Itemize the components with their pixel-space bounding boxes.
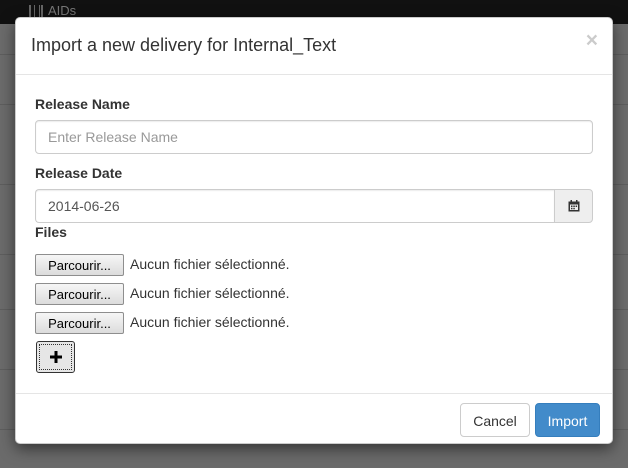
calendar-icon bbox=[568, 200, 580, 212]
add-file-button[interactable] bbox=[36, 341, 75, 373]
date-picker-button[interactable] bbox=[554, 189, 593, 223]
release-date-input[interactable] bbox=[35, 189, 554, 223]
release-date-group bbox=[35, 189, 593, 223]
modal-title: Import a new delivery for Internal_Text bbox=[31, 35, 337, 55]
file-status: Aucun fichier sélectionné. bbox=[130, 256, 290, 272]
app-title: AIDs bbox=[48, 3, 77, 18]
release-name-label: Release Name bbox=[35, 96, 130, 112]
import-button[interactable]: Import bbox=[535, 403, 600, 437]
modal-body: Release Name Release Date Files bbox=[16, 75, 612, 395]
release-date-label: Release Date bbox=[35, 165, 123, 181]
import-delivery-modal: Import a new delivery for Internal_Text … bbox=[15, 17, 613, 444]
modal-footer: Cancel Import bbox=[16, 393, 612, 443]
files-label: Files bbox=[35, 224, 67, 240]
close-icon[interactable]: × bbox=[586, 30, 598, 51]
file-status: Aucun fichier sélectionné. bbox=[130, 285, 290, 301]
barcode-icon bbox=[29, 5, 43, 17]
cancel-button[interactable]: Cancel bbox=[460, 403, 530, 437]
browse-file-button[interactable]: Parcourir... bbox=[35, 254, 124, 276]
browse-file-button[interactable]: Parcourir... bbox=[35, 283, 124, 305]
modal-header: Import a new delivery for Internal_Text … bbox=[16, 18, 612, 75]
plus-icon bbox=[50, 351, 62, 363]
file-status: Aucun fichier sélectionné. bbox=[130, 314, 290, 330]
browse-file-button[interactable]: Parcourir... bbox=[35, 312, 124, 334]
release-name-input[interactable] bbox=[35, 120, 593, 154]
